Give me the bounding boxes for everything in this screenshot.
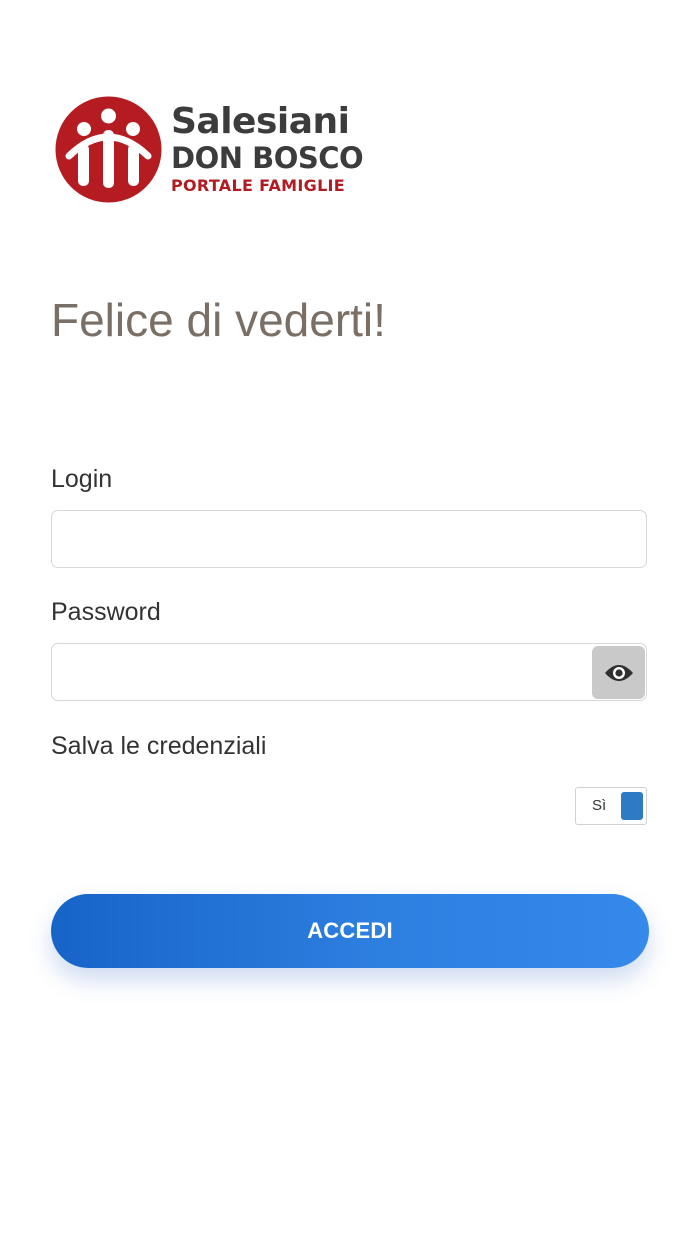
eye-icon bbox=[604, 664, 633, 681]
toggle-label: Sì bbox=[592, 797, 607, 814]
logo-title: Salesiani bbox=[171, 101, 350, 142]
login-button[interactable]: ACCEDI bbox=[51, 894, 649, 968]
logo-tagline: PORTALE FAMIGLIE bbox=[171, 176, 346, 195]
password-label: Password bbox=[51, 598, 161, 626]
save-credentials-toggle[interactable]: Sì bbox=[575, 787, 647, 825]
save-credentials-label: Salva le credenziali bbox=[51, 732, 267, 760]
show-password-button[interactable] bbox=[592, 646, 645, 699]
login-button-label: ACCEDI bbox=[307, 918, 393, 943]
salesiani-logo-icon bbox=[55, 96, 162, 203]
page-title: Felice di vederti! bbox=[51, 294, 386, 346]
login-input[interactable] bbox=[51, 510, 647, 568]
brand-logo: Salesiani DON BOSCO PORTALE FAMIGLIE bbox=[55, 96, 385, 206]
logo-subtitle: DON BOSCO bbox=[171, 141, 364, 175]
login-label: Login bbox=[51, 465, 113, 493]
password-input[interactable] bbox=[51, 643, 647, 701]
logo-wordmark: Salesiani DON BOSCO PORTALE FAMIGLIE bbox=[171, 101, 364, 197]
toggle-knob bbox=[621, 792, 643, 820]
